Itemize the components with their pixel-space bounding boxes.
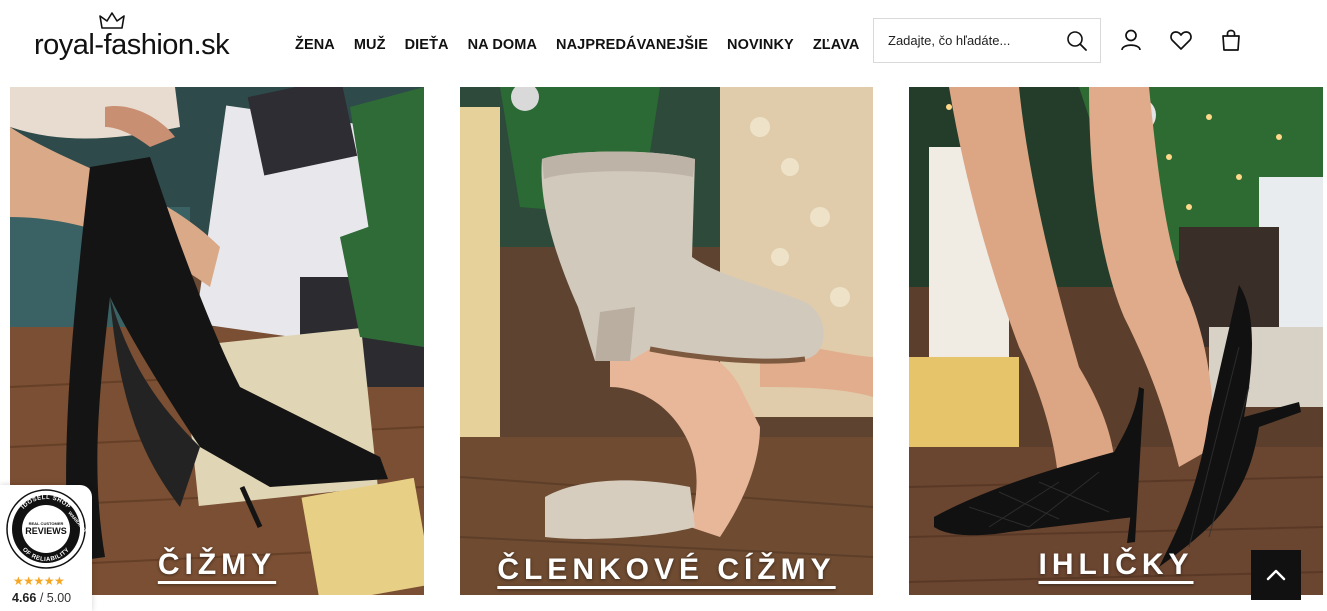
svg-text:REVIEWS: REVIEWS <box>25 526 67 536</box>
search-box <box>873 18 1101 63</box>
heart-icon[interactable] <box>1169 28 1193 52</box>
nav-item-dieta[interactable]: DIEŤA <box>405 37 449 53</box>
category-image-clenkove-cizmy <box>460 87 873 595</box>
badge-seal: IDOSELL SHOP OF RELIABILITY WARRANTY REA… <box>6 489 86 569</box>
category-tile-ihlicky[interactable]: IHLIČKY <box>909 87 1323 595</box>
category-label-clenkove-cizmy: ČLENKOVÉ CÍŽMY <box>497 553 836 586</box>
nav-item-zlava[interactable]: ZĽAVA <box>813 37 860 53</box>
nav-item-muz[interactable]: MUŽ <box>354 37 386 53</box>
search-input[interactable] <box>888 19 1058 62</box>
user-icon[interactable] <box>1119 28 1143 52</box>
bag-icon[interactable] <box>1219 28 1243 52</box>
category-tile-clenkove-cizmy[interactable]: ČLENKOVÉ CÍŽMY <box>460 87 873 595</box>
crown-icon <box>99 12 125 29</box>
nav-item-najpredavanejsie[interactable]: NAJPREDÁVANEJŠIE <box>556 37 708 53</box>
search-icon[interactable] <box>1066 30 1088 52</box>
logo-text: royal-fashion.sk <box>34 29 230 61</box>
main-nav: ŽENA MUŽ DIEŤA NA DOMA NAJPREDÁVANEJŠIE … <box>295 37 879 53</box>
chevron-up-icon <box>1266 569 1286 581</box>
reviews-badge[interactable]: IDOSELL SHOP OF RELIABILITY WARRANTY REA… <box>0 485 92 611</box>
nav-item-zena[interactable]: ŽENA <box>295 37 335 53</box>
category-image-ihlicky <box>909 87 1323 595</box>
badge-stars: ★★★★★ <box>13 574 65 588</box>
nav-item-na-doma[interactable]: NA DOMA <box>468 37 537 53</box>
nav-item-novinky[interactable]: NOVINKY <box>727 37 794 53</box>
site-logo[interactable]: royal-fashion.sk <box>34 12 234 62</box>
site-header: royal-fashion.sk ŽENA MUŽ DIEŤA NA DOMA … <box>0 0 1327 87</box>
back-to-top-button[interactable] <box>1251 550 1301 600</box>
badge-score: 4.66 / 5.00 <box>12 591 72 605</box>
